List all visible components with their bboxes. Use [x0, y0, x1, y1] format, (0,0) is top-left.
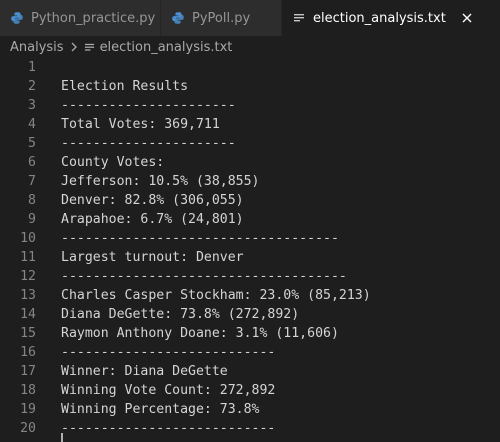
tab-bar: Python_practice.py PyPoll.py election_an…: [0, 0, 500, 36]
line-text[interactable]: Denver: 82.8% (306,055): [61, 191, 244, 210]
code-line[interactable]: 20 ---------------------------: [0, 419, 500, 438]
tab-label: Python_practice.py: [31, 10, 156, 26]
line-text[interactable]: Arapahoe: 6.7% (24,801): [61, 210, 244, 229]
code-line[interactable]: 8 Denver: 82.8% (306,055): [0, 191, 500, 210]
line-number: 20: [20, 421, 36, 436]
code-line[interactable]: 10 -----------------------------------: [0, 229, 500, 248]
line-number: 9: [28, 212, 36, 227]
tab-pypoll[interactable]: PyPoll.py: [161, 0, 282, 36]
code-line[interactable]: 17 Winner: Diana DeGette: [0, 362, 500, 381]
breadcrumb-folder[interactable]: Analysis: [10, 40, 64, 55]
tab-election-analysis[interactable]: election_analysis.txt: [282, 0, 500, 36]
line-text[interactable]: Election Results: [61, 77, 188, 96]
code-line[interactable]: 4 Total Votes: 369,711: [0, 115, 500, 134]
line-number: 13: [20, 288, 36, 303]
line-number: 10: [20, 231, 36, 246]
breadcrumb: Analysis election_analysis.txt: [0, 36, 500, 58]
chevron-right-icon: [70, 42, 78, 52]
code-line[interactable]: 15 Raymon Anthony Doane: 3.1% (11,606): [0, 324, 500, 343]
line-text[interactable]: Raymon Anthony Doane: 3.1% (11,606): [61, 324, 339, 343]
code-line[interactable]: 1: [0, 58, 500, 77]
line-number: 15: [20, 326, 36, 341]
line-number: 18: [20, 383, 36, 398]
line-number: 12: [20, 269, 36, 284]
code-line[interactable]: 16 ---------------------------: [0, 343, 500, 362]
line-number: 6: [28, 155, 36, 170]
line-number: 7: [28, 174, 36, 189]
line-text[interactable]: Charles Casper Stockham: 23.0% (85,213): [61, 286, 371, 305]
code-line[interactable]: 18 Winning Vote Count: 272,892: [0, 381, 500, 400]
line-text[interactable]: Total Votes: 369,711: [61, 115, 220, 134]
text-file-icon: [292, 11, 306, 25]
line-text[interactable]: ---------------------------: [61, 343, 275, 362]
code-line[interactable]: 12 ------------------------------------: [0, 267, 500, 286]
python-icon: [171, 11, 185, 25]
line-number: 11: [20, 250, 36, 265]
line-text[interactable]: Winning Percentage: 73.8%: [61, 400, 260, 419]
line-number: 3: [28, 98, 36, 113]
code-line[interactable]: 2 Election Results: [0, 77, 500, 96]
breadcrumb-file[interactable]: election_analysis.txt: [100, 40, 233, 55]
code-line[interactable]: 5 ----------------------: [0, 134, 500, 153]
line-number: 19: [20, 402, 36, 417]
line-number: 4: [28, 117, 36, 132]
text-file-icon: [84, 42, 95, 53]
line-text[interactable]: Largest turnout: Denver: [61, 248, 244, 267]
line-number: 8: [28, 193, 36, 208]
line-number: 14: [20, 307, 36, 322]
close-icon[interactable]: [459, 10, 475, 26]
line-text[interactable]: -----------------------------------: [61, 229, 339, 248]
code-line[interactable]: 6 County Votes:: [0, 153, 500, 172]
tab-python-practice[interactable]: Python_practice.py: [0, 0, 161, 36]
python-icon: [10, 11, 24, 25]
line-text[interactable]: ------------------------------------: [61, 267, 347, 286]
code-line[interactable]: 14 Diana DeGette: 73.8% (272,892): [0, 305, 500, 324]
code-line[interactable]: 9 Arapahoe: 6.7% (24,801): [0, 210, 500, 229]
line-number: 17: [20, 364, 36, 379]
text-cursor: [61, 433, 63, 442]
tab-label: PyPoll.py: [192, 10, 251, 26]
line-text[interactable]: ---------------------------: [61, 419, 275, 438]
line-text[interactable]: Jefferson: 10.5% (38,855): [61, 172, 260, 191]
line-text[interactable]: Winning Vote Count: 272,892: [61, 381, 275, 400]
code-line[interactable]: 7 Jefferson: 10.5% (38,855): [0, 172, 500, 191]
line-number: 2: [28, 79, 36, 94]
tab-label: election_analysis.txt: [313, 10, 446, 26]
line-text[interactable]: Winner: Diana DeGette: [61, 362, 228, 381]
line-text[interactable]: County Votes:: [61, 153, 164, 172]
text-editor[interactable]: 1 2 Election Results 3 ---------------------…: [0, 58, 500, 442]
line-number: 16: [20, 345, 36, 360]
line-number: 1: [28, 60, 36, 75]
code-line[interactable]: 3 ----------------------: [0, 96, 500, 115]
code-line[interactable]: 19 Winning Percentage: 73.8%: [0, 400, 500, 419]
line-text[interactable]: ----------------------: [61, 134, 236, 153]
line-number: 5: [28, 136, 36, 151]
code-line[interactable]: 11 Largest turnout: Denver: [0, 248, 500, 267]
line-text[interactable]: ----------------------: [61, 96, 236, 115]
code-line[interactable]: 13 Charles Casper Stockham: 23.0% (85,213…: [0, 286, 500, 305]
line-text[interactable]: Diana DeGette: 73.8% (272,892): [61, 305, 299, 324]
